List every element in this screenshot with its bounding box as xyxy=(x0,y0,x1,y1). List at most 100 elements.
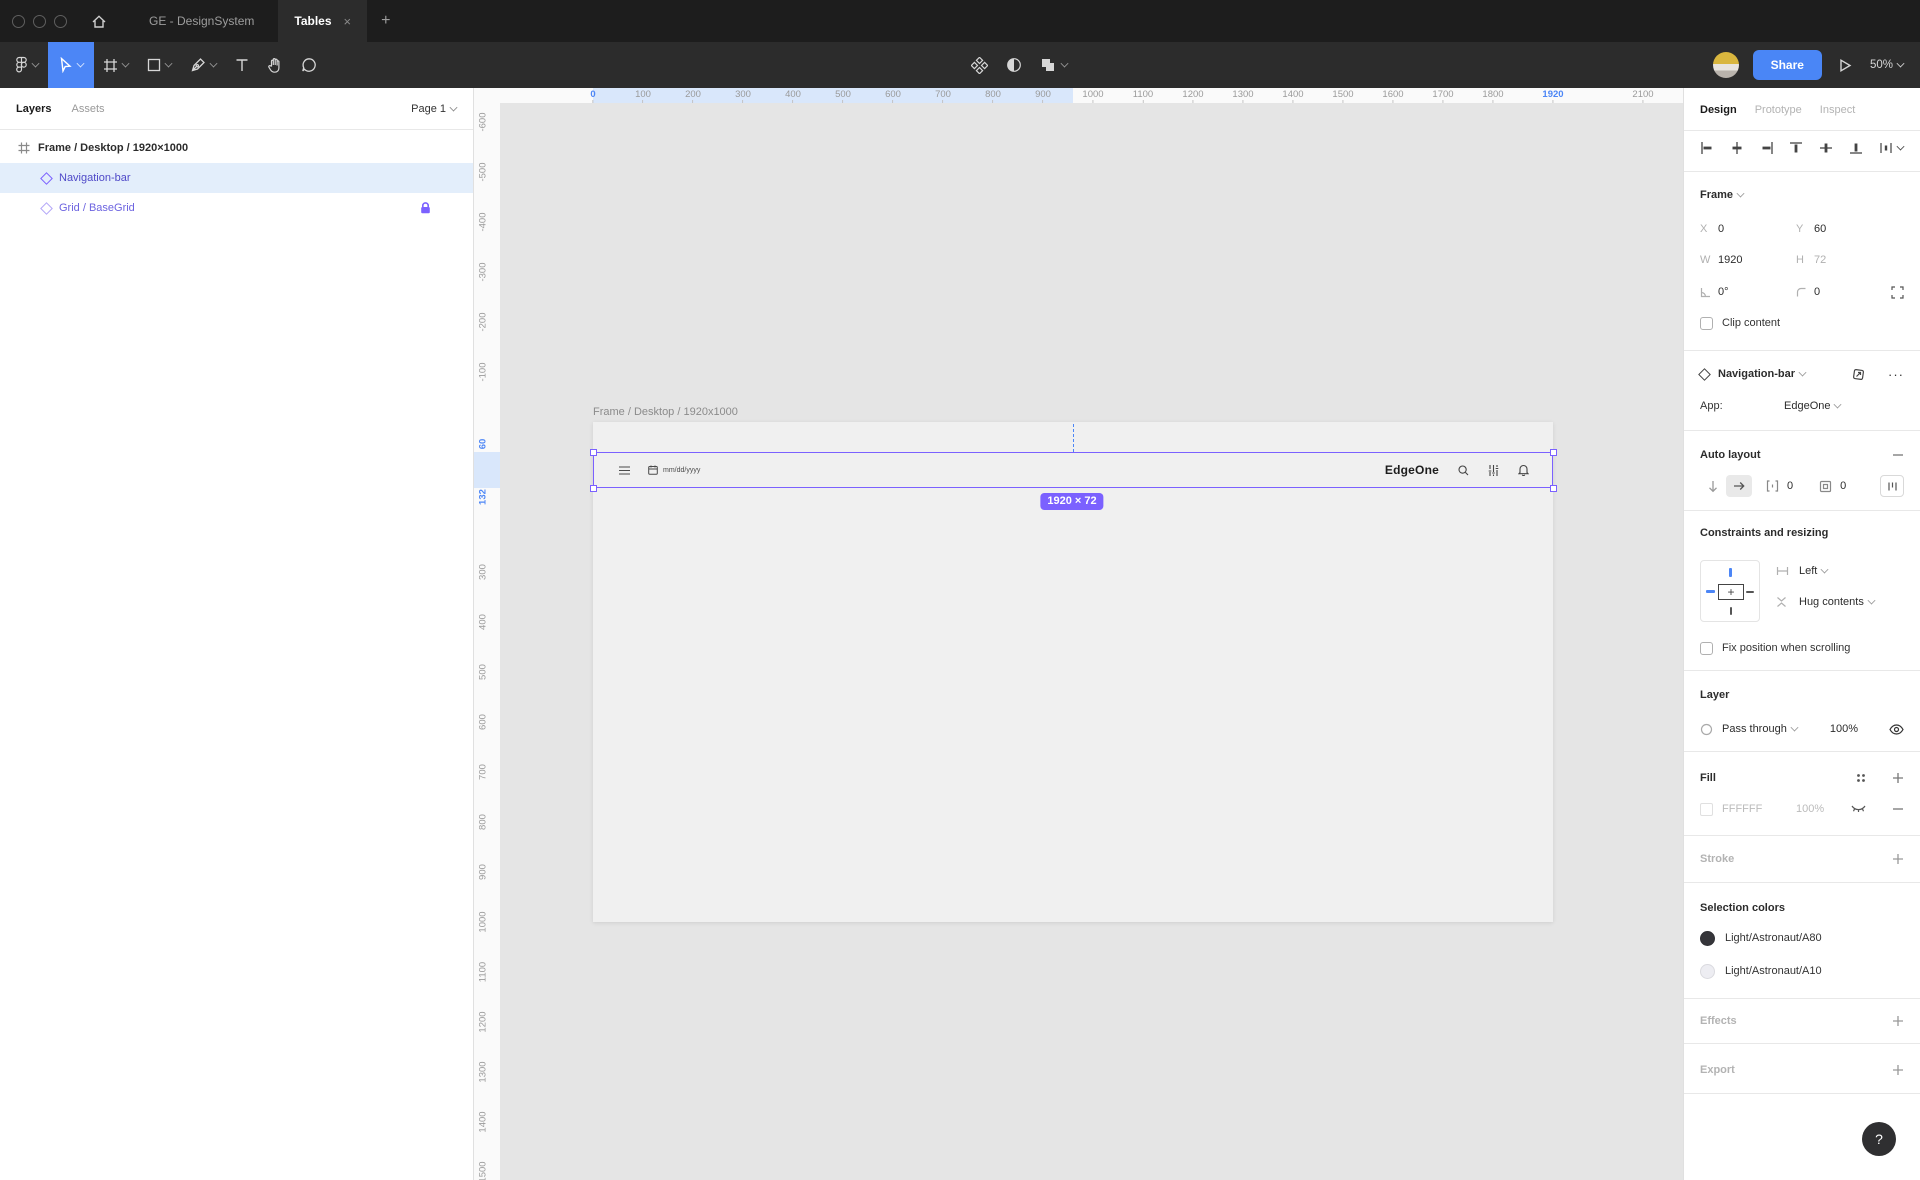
help-button[interactable]: ? xyxy=(1862,1122,1896,1156)
new-tab-button[interactable]: + xyxy=(381,12,390,30)
close-window-button[interactable] xyxy=(12,15,25,28)
move-tool-button[interactable] xyxy=(48,42,94,88)
zoom-level-dropdown[interactable]: 50% xyxy=(1870,59,1904,71)
selection-handle[interactable] xyxy=(590,449,597,456)
more-options-button[interactable]: ··· xyxy=(1888,367,1904,382)
y-input[interactable]: 60 xyxy=(1814,223,1826,235)
selection-handle[interactable] xyxy=(1550,485,1557,492)
constraint-bottom-tick[interactable] xyxy=(1730,607,1732,615)
clip-content-checkbox[interactable] xyxy=(1700,317,1713,330)
ruler-label: -500 xyxy=(478,154,489,190)
fullscreen-window-button[interactable] xyxy=(54,15,67,28)
fill-hex-input[interactable]: FFFFFF xyxy=(1722,803,1762,815)
swap-instance-button[interactable] xyxy=(1851,367,1866,382)
x-input[interactable]: 0 xyxy=(1718,223,1724,235)
selection-handle[interactable] xyxy=(1550,449,1557,456)
selection-handle[interactable] xyxy=(590,485,597,492)
tab-inspect[interactable]: Inspect xyxy=(1820,104,1855,116)
corner-radius-input[interactable]: 0 xyxy=(1814,286,1820,298)
frame-section-header[interactable]: Frame xyxy=(1684,183,1920,207)
tab-prototype[interactable]: Prototype xyxy=(1755,104,1802,116)
remove-auto-layout-button[interactable] xyxy=(1892,449,1904,461)
fill-color-swatch[interactable] xyxy=(1700,803,1713,816)
gap-control[interactable]: 0 xyxy=(1766,480,1793,492)
layer-opacity-input[interactable]: 100% xyxy=(1830,723,1858,735)
ruler-label: 1700 xyxy=(1432,89,1453,103)
align-left-button[interactable] xyxy=(1700,141,1714,155)
figma-menu-button[interactable] xyxy=(6,42,48,88)
fill-hidden-eye-icon[interactable] xyxy=(1851,805,1866,814)
color-swatch[interactable] xyxy=(1700,931,1715,946)
pen-tool-button[interactable] xyxy=(181,42,226,88)
fix-position-checkbox[interactable] xyxy=(1700,642,1713,655)
boolean-groups-button[interactable] xyxy=(1031,42,1077,88)
add-fill-button[interactable] xyxy=(1892,772,1904,784)
alignment-grid-button[interactable] xyxy=(1880,475,1904,497)
create-component-button[interactable] xyxy=(962,42,997,88)
fill-row[interactable]: FFFFFF 100% xyxy=(1684,797,1920,821)
close-icon[interactable]: × xyxy=(344,14,352,29)
tab-ge-designsystem[interactable]: GE - DesignSystem xyxy=(125,0,278,42)
search-icon xyxy=(1458,465,1469,476)
home-icon[interactable] xyxy=(91,14,107,29)
align-vertical-center-button[interactable] xyxy=(1819,141,1833,155)
width-input[interactable]: 1920 xyxy=(1718,254,1742,266)
independent-corners-button[interactable] xyxy=(1891,286,1904,299)
horizontal-constraint-dropdown[interactable]: Left xyxy=(1799,565,1828,577)
align-top-button[interactable] xyxy=(1789,141,1803,155)
avatar[interactable] xyxy=(1713,52,1739,78)
component-name-dropdown[interactable]: Navigation-bar xyxy=(1718,368,1806,380)
add-effect-button[interactable] xyxy=(1892,1015,1904,1027)
shape-tool-button[interactable] xyxy=(138,42,181,88)
selection-color-row[interactable]: Light/Astronaut/A10 xyxy=(1684,959,1920,983)
height-input[interactable]: 72 xyxy=(1814,254,1826,266)
fill-styles-icon[interactable] xyxy=(1856,773,1866,783)
selection-color-row[interactable]: Light/Astronaut/A80 xyxy=(1684,926,1920,950)
constraint-top-tick[interactable] xyxy=(1729,568,1732,577)
fix-position-row[interactable]: Fix position when scrolling xyxy=(1684,636,1920,660)
align-right-button[interactable] xyxy=(1760,141,1774,155)
constraints-widget[interactable]: + xyxy=(1700,560,1760,622)
tab-design[interactable]: Design xyxy=(1700,104,1737,116)
layer-visibility-eye-icon[interactable] xyxy=(1889,724,1904,735)
align-horizontal-center-button[interactable] xyxy=(1730,141,1744,155)
mask-button[interactable] xyxy=(997,42,1031,88)
tab-tables[interactable]: Tables × xyxy=(278,0,367,42)
vertical-resizing-dropdown[interactable]: Hug contents xyxy=(1799,596,1875,608)
text-tool-button[interactable] xyxy=(226,42,258,88)
present-button[interactable] xyxy=(1838,58,1852,73)
gap-input[interactable]: 0 xyxy=(1787,480,1793,492)
padding-input[interactable]: 0 xyxy=(1840,480,1846,492)
page-selector[interactable]: Page 1 xyxy=(411,103,457,115)
navigation-bar-object[interactable]: mm/dd/yyyy EdgeOne xyxy=(593,452,1553,488)
app-property-dropdown[interactable]: EdgeOne xyxy=(1784,400,1841,412)
remove-fill-button[interactable] xyxy=(1892,803,1904,815)
share-button[interactable]: Share xyxy=(1753,50,1822,80)
comment-tool-button[interactable] xyxy=(292,42,326,88)
distribute-button[interactable] xyxy=(1879,141,1904,155)
layer-row-frame[interactable]: Frame / Desktop / 1920×1000 xyxy=(0,133,473,163)
minimize-window-button[interactable] xyxy=(33,15,46,28)
layer-row-navigation-bar[interactable]: Navigation-bar xyxy=(0,163,473,193)
frame-tool-button[interactable] xyxy=(94,42,138,88)
fill-opacity-input[interactable]: 100% xyxy=(1796,803,1824,815)
layout-horizontal-button[interactable] xyxy=(1726,475,1752,497)
clip-content-row[interactable]: Clip content xyxy=(1684,311,1920,335)
tab-layers[interactable]: Layers xyxy=(16,103,51,115)
layout-vertical-button[interactable] xyxy=(1700,475,1726,497)
blend-mode-dropdown[interactable]: Pass through xyxy=(1722,723,1798,735)
frame-title-label[interactable]: Frame / Desktop / 1920x1000 xyxy=(593,406,738,418)
add-stroke-button[interactable] xyxy=(1892,853,1904,865)
padding-control[interactable]: 0 xyxy=(1819,480,1846,493)
canvas[interactable]: Frame / Desktop / 1920x1000 mm/dd/yyyy E… xyxy=(474,88,1683,1180)
hand-tool-button[interactable] xyxy=(258,42,292,88)
add-export-button[interactable] xyxy=(1892,1064,1904,1076)
constraint-right-tick[interactable] xyxy=(1746,591,1754,593)
constraint-left-tick[interactable] xyxy=(1706,590,1715,593)
layer-row-grid-basegrid[interactable]: Grid / BaseGrid xyxy=(0,193,473,223)
align-bottom-button[interactable] xyxy=(1849,141,1863,155)
tab-assets[interactable]: Assets xyxy=(71,103,104,115)
rotation-input[interactable]: 0° xyxy=(1718,286,1729,298)
color-swatch[interactable] xyxy=(1700,964,1715,979)
lock-icon[interactable] xyxy=(420,202,431,214)
